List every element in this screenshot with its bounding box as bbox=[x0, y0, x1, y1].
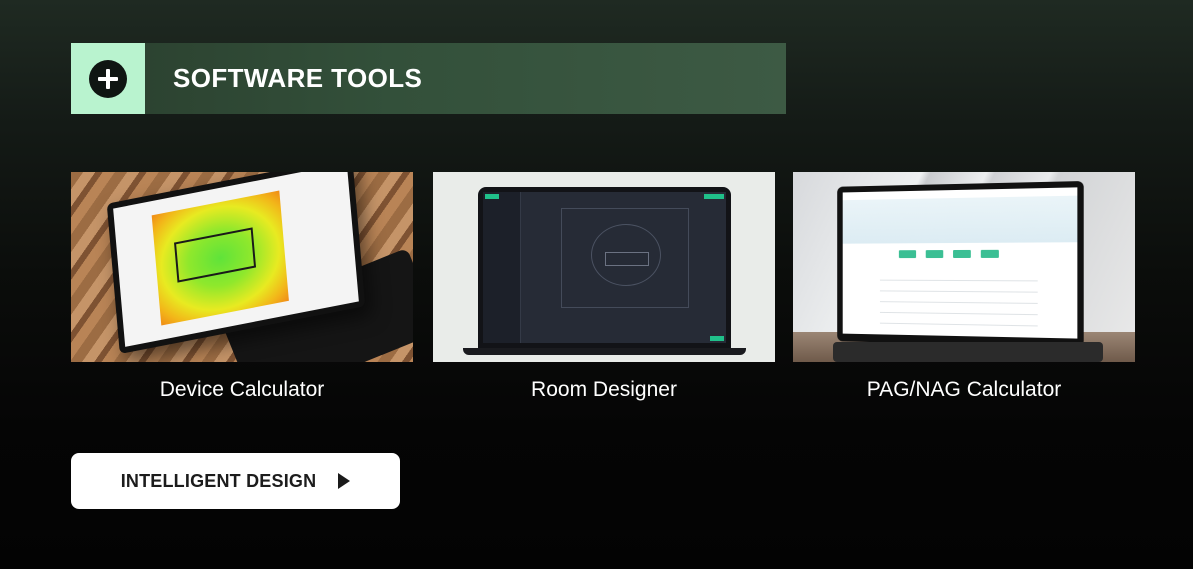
app-sidebar bbox=[483, 192, 521, 343]
conference-table-outline bbox=[605, 252, 649, 266]
tool-label-pag-nag-calculator[interactable]: PAG/NAG Calculator bbox=[793, 378, 1135, 402]
tool-card-room-designer[interactable]: Room Designer bbox=[433, 172, 775, 402]
cta-label: INTELLIGENT DESIGN bbox=[120, 470, 317, 491]
room-designer-image[interactable] bbox=[433, 172, 775, 362]
calculator-app-screen bbox=[842, 187, 1078, 339]
tool-card-device-calculator[interactable]: Device Calculator bbox=[71, 172, 413, 402]
laptop-screen bbox=[478, 187, 731, 352]
intelligent-design-button[interactable]: INTELLIGENT DESIGN bbox=[71, 453, 400, 509]
app-accent-button bbox=[485, 194, 499, 199]
formula-chip bbox=[925, 250, 944, 259]
calculator-input-rows bbox=[879, 269, 1038, 332]
tool-label-device-calculator[interactable]: Device Calculator bbox=[71, 378, 413, 402]
calculator-formula-row bbox=[898, 249, 1017, 259]
section-header: SOFTWARE TOOLS bbox=[71, 43, 786, 114]
play-icon bbox=[338, 473, 351, 489]
section-title: SOFTWARE TOOLS bbox=[173, 63, 423, 93]
app-accent-button bbox=[710, 336, 724, 341]
formula-chip bbox=[898, 250, 917, 259]
laptop-keyboard bbox=[833, 342, 1103, 362]
header-icon-box bbox=[71, 43, 145, 114]
plus-circle-icon bbox=[89, 59, 127, 98]
formula-chip bbox=[980, 249, 999, 258]
app-accent-button bbox=[704, 194, 724, 199]
laptop-screen bbox=[837, 180, 1084, 348]
tool-label-room-designer[interactable]: Room Designer bbox=[433, 378, 775, 402]
app-hero-illustration bbox=[842, 195, 1078, 244]
laptop-base bbox=[463, 348, 746, 355]
device-calculator-image[interactable] bbox=[71, 172, 413, 362]
formula-chip bbox=[953, 249, 971, 259]
room-designer-app-screen bbox=[483, 192, 726, 343]
pag-nag-calculator-image[interactable] bbox=[793, 172, 1135, 362]
tool-card-pag-nag-calculator[interactable]: PAG/NAG Calculator bbox=[793, 172, 1135, 402]
